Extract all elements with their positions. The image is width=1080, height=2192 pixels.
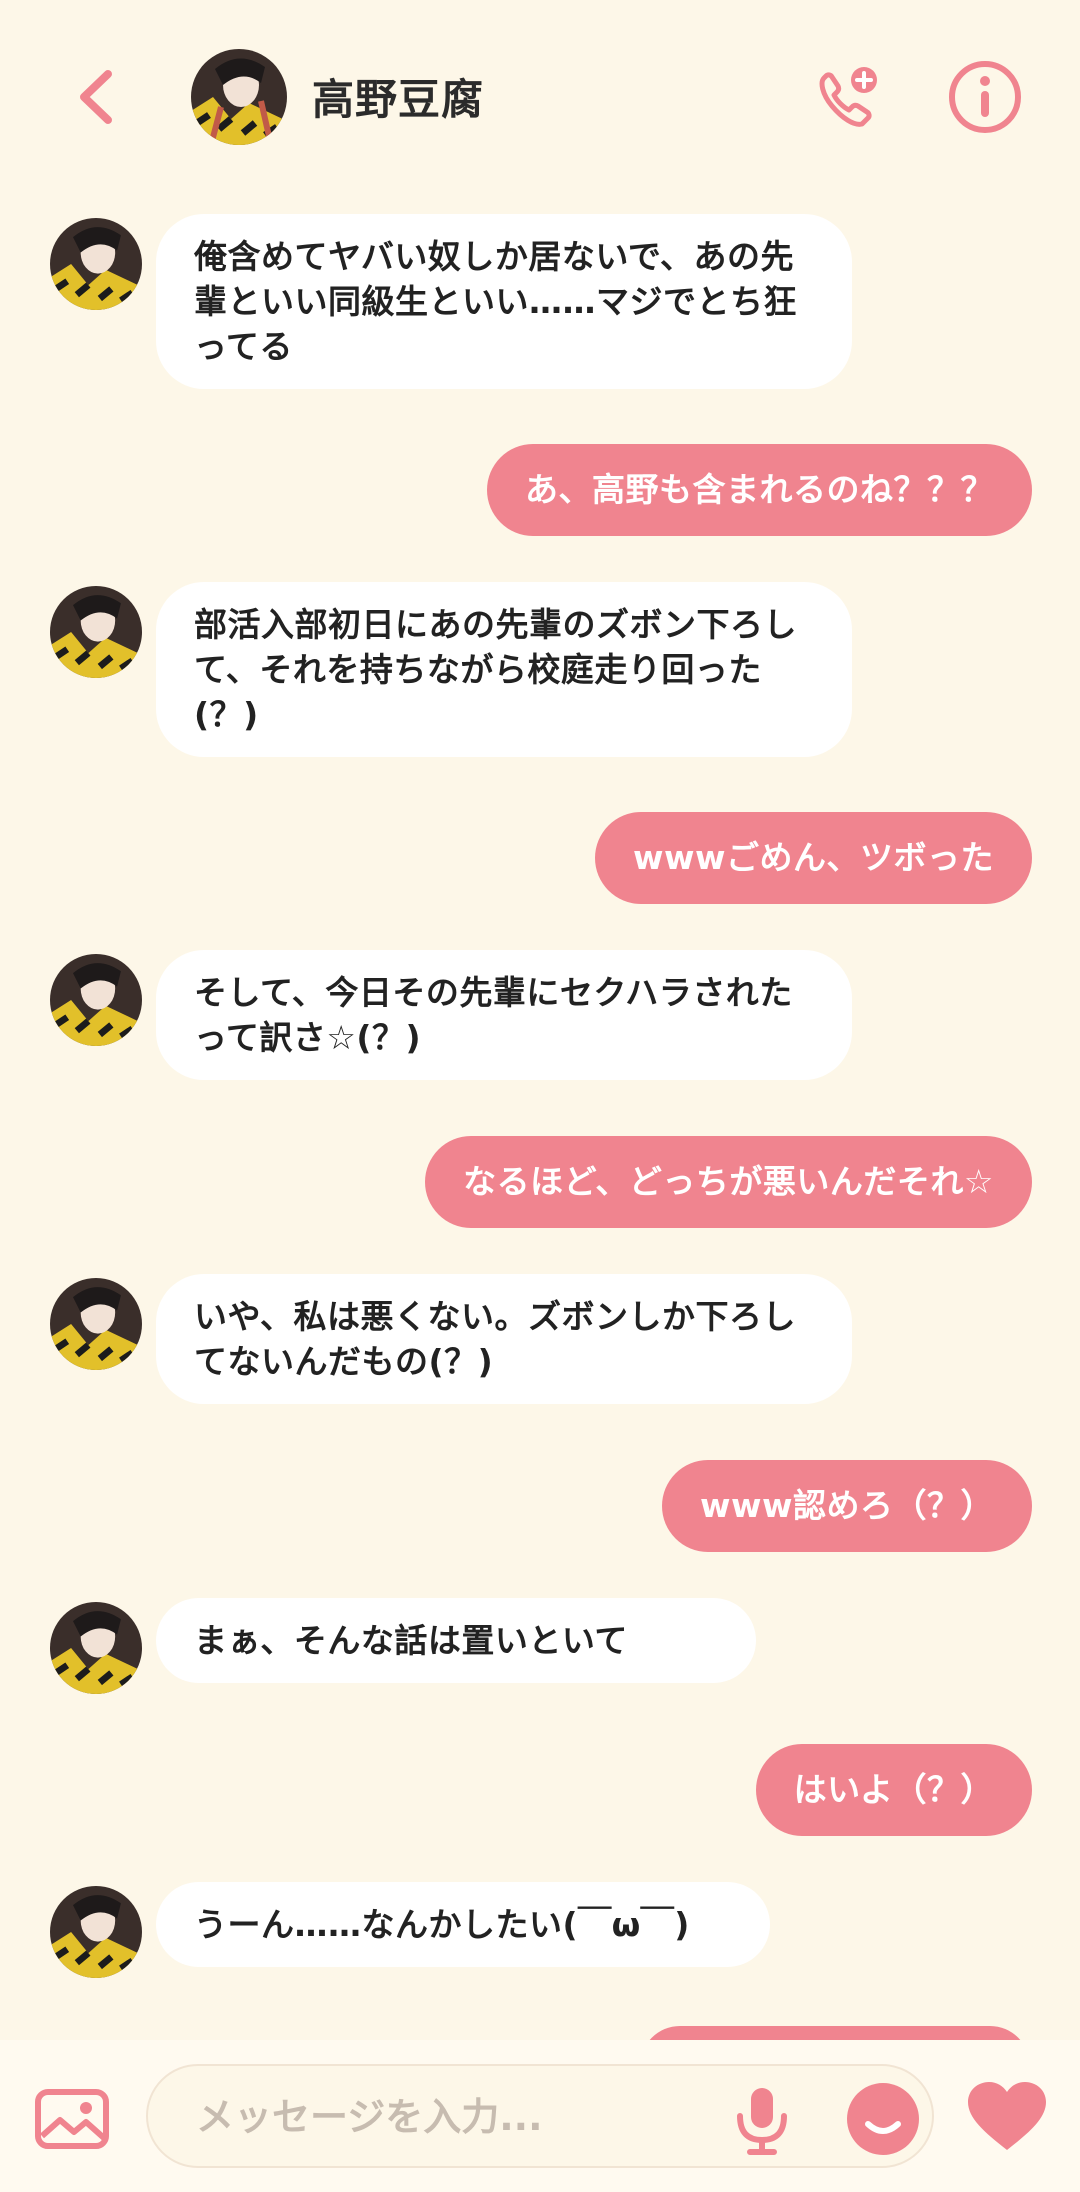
emoji-icon <box>847 2083 919 2155</box>
heart-icon <box>968 2082 1046 2150</box>
avatar-image <box>191 49 287 145</box>
like-button[interactable] <box>966 2080 1048 2154</box>
sender-avatar[interactable] <box>50 586 142 678</box>
avatar-image <box>50 1886 142 1978</box>
incoming-message[interactable]: うーん……なんかしたい(￣ω￣) <box>156 1882 770 1967</box>
sender-avatar[interactable] <box>50 1886 142 1978</box>
outgoing-message[interactable]: はいよ（？） <box>755 1744 1032 1836</box>
sender-avatar[interactable] <box>50 954 142 1046</box>
call-button[interactable] <box>810 60 886 136</box>
avatar-image <box>50 1602 142 1694</box>
avatar-image <box>50 586 142 678</box>
emoji-button[interactable] <box>844 2080 922 2158</box>
info-icon <box>949 61 1021 133</box>
incoming-message[interactable]: まぁ、そんな話は置いといて <box>156 1598 756 1683</box>
sender-avatar[interactable] <box>50 218 142 310</box>
info-button[interactable] <box>946 58 1024 136</box>
mic-button[interactable] <box>732 2084 792 2156</box>
mic-icon <box>737 2088 787 2155</box>
sender-avatar[interactable] <box>50 1278 142 1370</box>
incoming-message[interactable]: 部活入部初日にあの先輩のズボン下ろして、それを持ちながら校庭走り回った(？) <box>156 582 852 757</box>
outgoing-message[interactable]: なるほど、どっちが悪いんだそれ☆ <box>425 1136 1032 1228</box>
chevron-left-icon <box>80 70 112 124</box>
chat-header: 高野豆腐 <box>0 0 1080 200</box>
outgoing-message[interactable]: wwwごめん、ツボった <box>595 812 1032 904</box>
avatar-image <box>50 218 142 310</box>
avatar-image <box>50 1278 142 1370</box>
back-button[interactable] <box>62 62 132 132</box>
outgoing-message[interactable]: あ、高野も含まれるのね？？？ <box>487 444 1032 536</box>
message-input[interactable] <box>194 2088 758 2146</box>
contact-name[interactable]: 高野豆腐 <box>312 66 484 127</box>
image-icon <box>35 2089 109 2149</box>
outgoing-message[interactable]: www認めろ（？） <box>662 1460 1032 1552</box>
image-button[interactable] <box>34 2088 110 2150</box>
sender-avatar[interactable] <box>50 1602 142 1694</box>
incoming-message[interactable]: いや、私は悪くない。ズボンしか下ろしてないんだもの(？) <box>156 1274 852 1404</box>
contact-avatar[interactable] <box>191 49 287 145</box>
phone-add-icon <box>819 67 877 127</box>
avatar-image <box>50 954 142 1046</box>
incoming-message[interactable]: そして、今日その先輩にセクハラされたって訳さ☆(？) <box>156 950 852 1080</box>
composer-bar <box>0 2040 1080 2192</box>
message-input-box <box>146 2064 934 2168</box>
incoming-message[interactable]: 俺含めてヤバい奴しか居ないで、あの先輩といい同級生といい……マジでとち狂ってる <box>156 214 852 389</box>
